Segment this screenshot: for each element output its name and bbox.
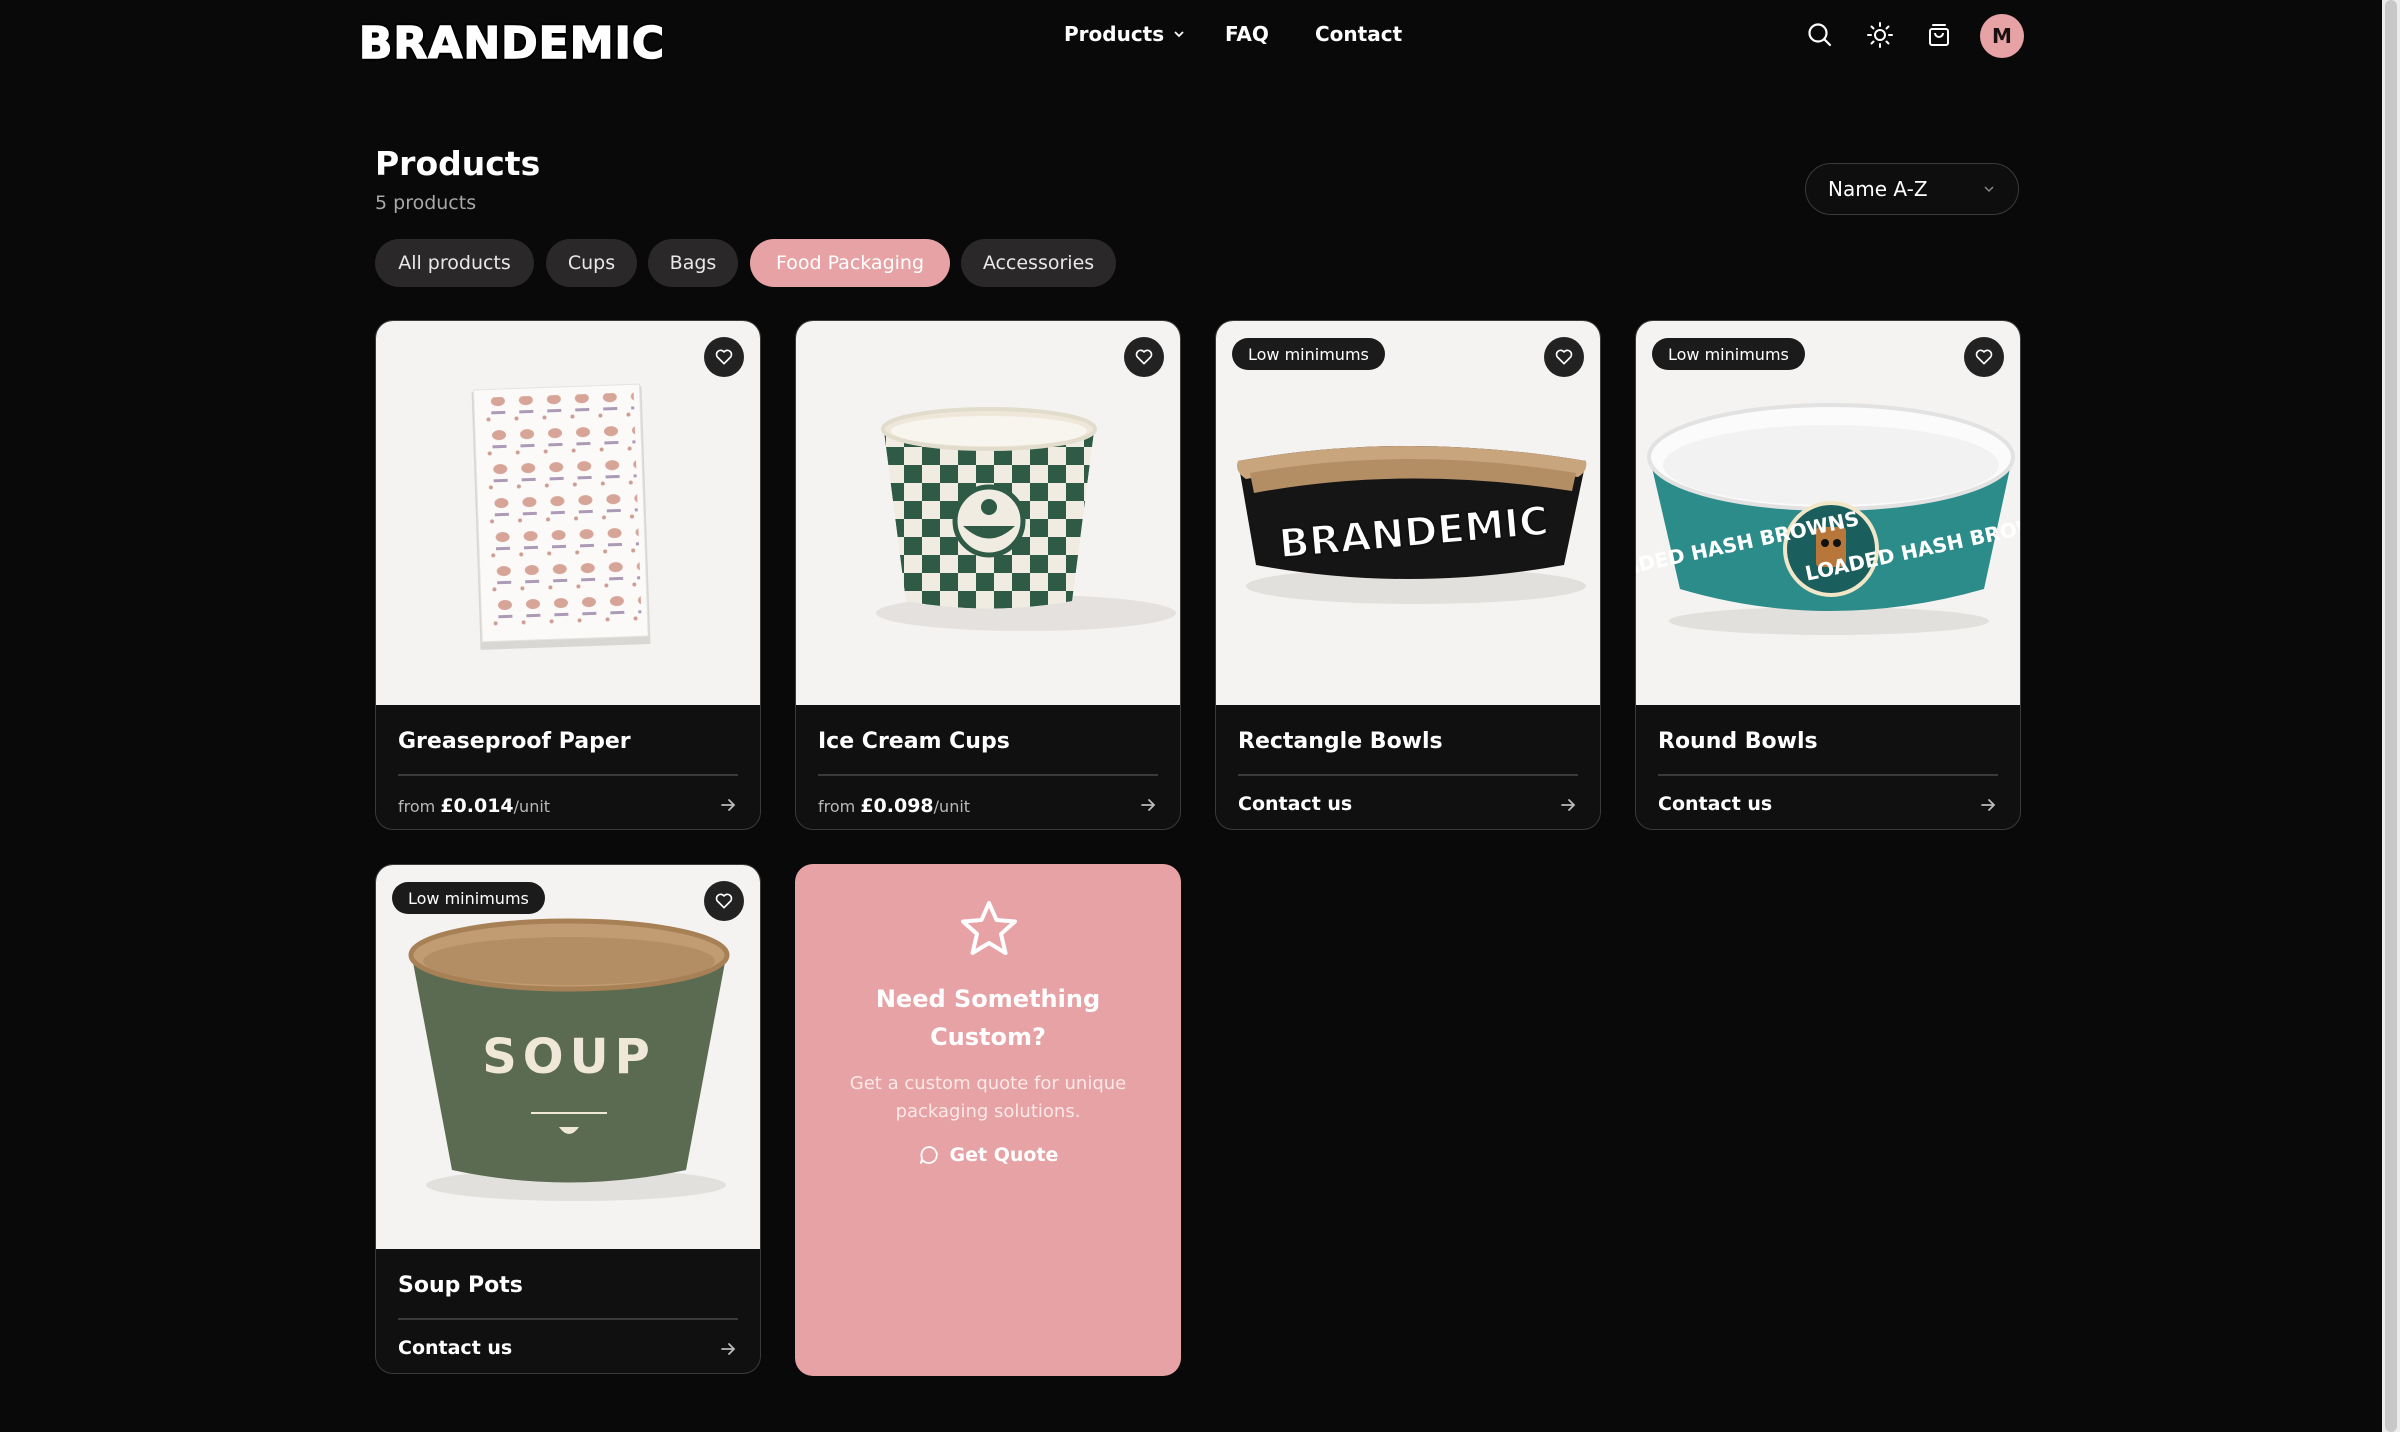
arrow-right-icon <box>721 799 736 811</box>
arrow-right-icon <box>721 1343 736 1355</box>
shopping-bag-icon <box>1929 24 1949 46</box>
heart-icon <box>1555 349 1573 365</box>
heart-icon <box>1135 349 1153 365</box>
star-icon <box>961 901 1017 955</box>
search-button[interactable] <box>1800 15 1840 55</box>
heart-icon <box>715 349 733 365</box>
soup-pot-illustration: SOUP <box>408 918 730 1201</box>
filter-accessories[interactable]: Accessories <box>961 239 1116 287</box>
filter-bags[interactable]: Bags <box>648 239 738 287</box>
custom-description: Get a custom quote for unique packaging … <box>849 1073 1127 1122</box>
product-price: from £0.098/unit <box>818 795 971 817</box>
sun-icon <box>1867 22 1893 48</box>
product-image: SOUP <box>376 865 760 1249</box>
favorite-button[interactable] <box>704 881 744 921</box>
search-icon <box>1808 23 1832 47</box>
heart-icon <box>1975 349 1993 365</box>
product-name: Rectangle Bowls <box>1238 729 1443 754</box>
theme-toggle[interactable] <box>1860 15 1900 55</box>
product-card-greaseproof-paper[interactable]: Greaseproof Paper from £0.014/unit <box>375 320 761 830</box>
divider <box>1658 774 1998 776</box>
svg-text:SOUP: SOUP <box>482 1029 656 1085</box>
divider <box>818 774 1158 776</box>
sort-selected-value: Name A-Z <box>1828 177 1928 201</box>
contact-us-link[interactable]: Contact us <box>398 1337 512 1359</box>
logo-outline: BRANDEMIC <box>362 18 662 69</box>
page-title: Products <box>375 144 541 183</box>
rectangle-bowl-illustration: BRANDEMIC <box>1237 446 1587 604</box>
nav-faq[interactable]: FAQ <box>1225 22 1269 46</box>
low-minimums-badge: Low minimums <box>392 882 545 914</box>
round-bowl-illustration: LOADED HASH BROWNS LOADED HASH BROWNS <box>1636 403 2020 635</box>
arrow-right-icon <box>1981 799 1996 811</box>
custom-title: Need Something Custom? <box>875 985 1101 1051</box>
product-image <box>376 321 760 705</box>
product-card-ice-cream-cups[interactable]: Ice Cream Cups from £0.098/unit <box>795 320 1181 830</box>
scrollbar[interactable] <box>2382 0 2400 1432</box>
nav-products[interactable]: Products <box>1064 22 1186 46</box>
nav-faq-label: FAQ <box>1225 22 1269 46</box>
product-card-soup-pots[interactable]: SOUP Low minimums Soup Pots Contact us <box>375 864 761 1374</box>
arrow-right-icon <box>1141 799 1156 811</box>
low-minimums-badge: Low minimums <box>1652 338 1805 370</box>
chat-bubble-icon <box>919 1146 938 1164</box>
nav-contact-label: Contact <box>1315 22 1403 46</box>
arrow-right-icon <box>1561 799 1576 811</box>
get-quote-button[interactable]: Get Quote <box>795 1144 1181 1166</box>
product-image: BRANDEMIC <box>1216 321 1600 705</box>
nav-products-label: Products <box>1064 22 1165 46</box>
product-name: Ice Cream Cups <box>818 729 1010 754</box>
chevron-down-icon <box>1984 186 1994 193</box>
product-name: Round Bowls <box>1658 729 1818 754</box>
favorite-button[interactable] <box>704 337 744 377</box>
product-count: 5 products <box>375 192 477 214</box>
heart-icon <box>715 893 733 909</box>
contact-us-link[interactable]: Contact us <box>1658 793 1772 815</box>
chevron-down-icon <box>1174 31 1184 38</box>
user-avatar[interactable]: M <box>1980 14 2024 58</box>
product-price: from £0.014/unit <box>398 795 551 817</box>
divider <box>398 774 738 776</box>
brand-logo[interactable]: BRANDEMIC BRANDEMIC <box>362 12 662 71</box>
custom-quote-card[interactable]: Need Something Custom? Get a custom quot… <box>795 864 1181 1376</box>
greaseproof-paper-illustration <box>471 383 651 650</box>
favorite-button[interactable] <box>1544 337 1584 377</box>
divider <box>1238 774 1578 776</box>
favorite-button[interactable] <box>1964 337 2004 377</box>
divider <box>398 1318 738 1320</box>
get-quote-label: Get Quote <box>949 1144 1059 1166</box>
contact-us-link[interactable]: Contact us <box>1238 793 1352 815</box>
low-minimums-badge: Low minimums <box>1232 338 1385 370</box>
product-image: LOADED HASH BROWNS LOADED HASH BROWNS <box>1636 321 2020 705</box>
nav-contact[interactable]: Contact <box>1315 22 1402 46</box>
sort-select[interactable]: Name A-Z <box>1805 163 2019 215</box>
cart-button[interactable] <box>1919 15 1959 55</box>
product-image <box>796 321 1180 705</box>
product-card-rectangle-bowls[interactable]: BRANDEMIC Low minimums Rectangle Bowls C… <box>1215 320 1601 830</box>
ice-cream-cup-illustration <box>876 407 1176 631</box>
filter-food-packaging[interactable]: Food Packaging <box>750 239 950 287</box>
filter-all-products[interactable]: All products <box>375 239 534 287</box>
favorite-button[interactable] <box>1124 337 1164 377</box>
product-name: Greaseproof Paper <box>398 729 631 754</box>
product-card-round-bowls[interactable]: LOADED HASH BROWNS LOADED HASH BROWNS Lo… <box>1635 320 2021 830</box>
product-name: Soup Pots <box>398 1273 523 1298</box>
scrollbar-thumb[interactable] <box>2385 0 2397 1432</box>
filter-cups[interactable]: Cups <box>546 239 637 287</box>
